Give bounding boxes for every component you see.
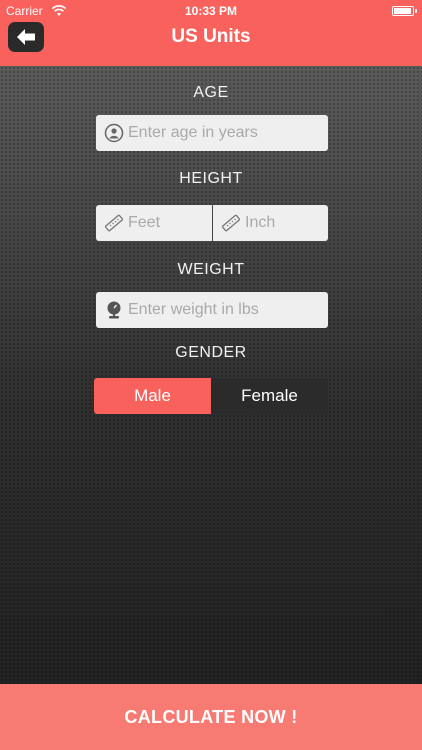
inch-input[interactable]	[245, 205, 322, 241]
person-icon	[104, 123, 124, 143]
gender-female-option[interactable]: Female	[211, 378, 328, 414]
age-field-container	[96, 115, 328, 151]
scale-icon	[104, 300, 124, 320]
ruler-icon	[221, 213, 241, 233]
age-label: AGE	[193, 84, 229, 101]
battery-icon	[392, 6, 417, 16]
weight-label: WEIGHT	[177, 261, 245, 278]
age-input[interactable]	[128, 115, 322, 151]
feet-input[interactable]	[128, 205, 206, 241]
calculate-button[interactable]: CALCULATE NOW !	[0, 684, 422, 750]
status-time: 10:33 PM	[184, 4, 238, 18]
height-label: HEIGHT	[179, 170, 243, 187]
gender-label: GENDER	[175, 344, 247, 361]
ruler-icon	[104, 213, 124, 233]
nav-bar: US Units	[0, 22, 422, 66]
gender-selector: Male Female	[94, 378, 328, 414]
inch-field-container	[213, 205, 328, 241]
form-area: AGE HEIGHT WEIGHT	[0, 66, 422, 684]
page-title: US Units	[171, 26, 251, 47]
gender-male-option[interactable]: Male	[94, 378, 211, 414]
weight-field-container	[96, 292, 328, 328]
status-bar: Carrier 10:33 PM	[0, 0, 422, 22]
weight-input[interactable]	[128, 292, 322, 328]
feet-field-container	[96, 205, 212, 241]
